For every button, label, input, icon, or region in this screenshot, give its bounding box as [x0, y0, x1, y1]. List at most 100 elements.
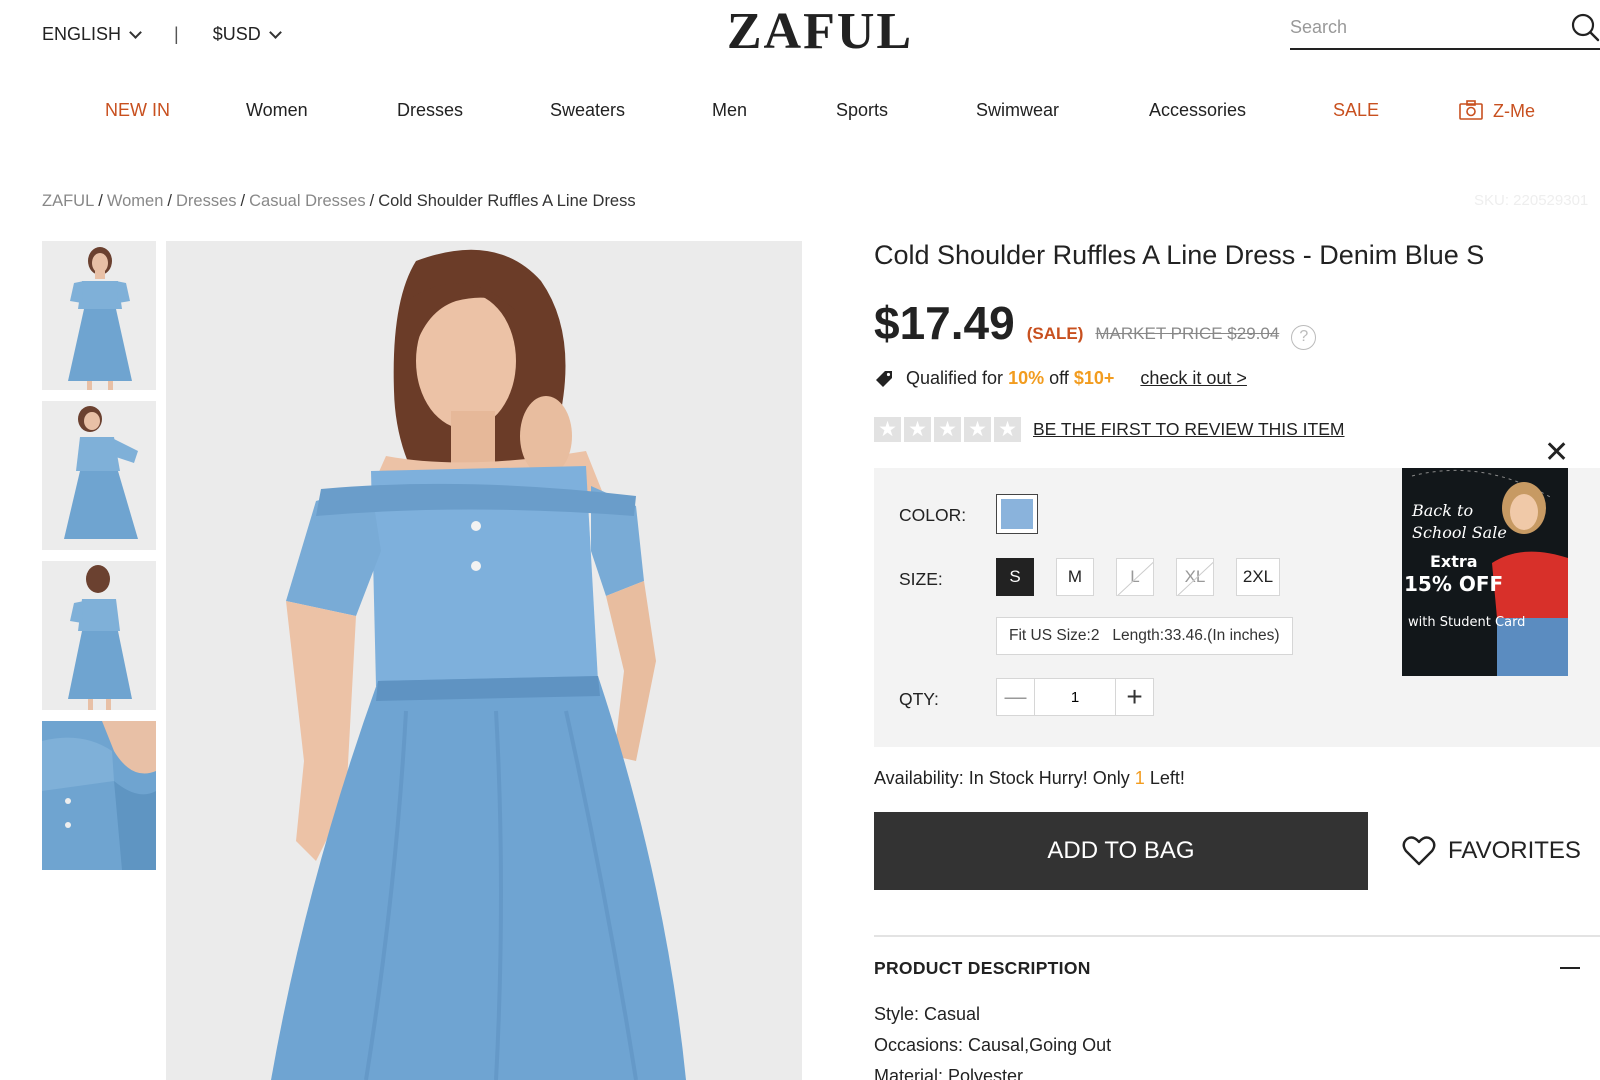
sku-label: SKU: 220529301 — [1474, 192, 1589, 209]
product-thumbnail[interactable] — [42, 721, 156, 870]
banner-line-4: 15% OFF — [1404, 572, 1503, 596]
swatch-fill — [1001, 499, 1033, 529]
nav-item-sports[interactable]: Sports — [836, 100, 888, 121]
write-review-link[interactable]: BE THE FIRST TO REVIEW THIS ITEM — [1033, 419, 1345, 440]
description-occasions: Occasions: Causal,Going Out — [874, 1035, 1112, 1055]
size-option-xl[interactable]: XL — [1176, 558, 1214, 596]
quantity-stepper: — + — [996, 678, 1154, 716]
sale-price: $17.49 — [874, 297, 1015, 349]
availability-count: 1 — [1134, 768, 1145, 788]
breadcrumb-link[interactable]: Dresses — [176, 192, 237, 210]
add-to-bag-button[interactable]: ADD TO BAG — [874, 812, 1368, 890]
unavailable-slash — [1177, 559, 1213, 595]
description-material: Material: Polyester — [874, 1066, 1024, 1080]
nav-item-dresses[interactable]: Dresses — [397, 100, 463, 121]
banner-line-3: Extra — [1430, 552, 1478, 571]
product-title: Cold Shoulder Ruffles A Line Dress - Den… — [874, 240, 1485, 270]
favorites-label: FAVORITES — [1448, 837, 1581, 864]
size-option-2xl[interactable]: 2XL — [1236, 558, 1280, 596]
availability: Availability: In Stock Hurry! Only 1 Lef… — [874, 768, 1185, 789]
check-it-out-link[interactable]: check it out > — [1140, 368, 1247, 389]
promo-prefix: Qualified for — [906, 368, 1004, 388]
help-icon[interactable]: ? — [1291, 324, 1317, 350]
quantity-input[interactable] — [1035, 679, 1115, 715]
fit-info: Fit US Size:2 Length:33.46.(In inches) — [996, 617, 1293, 655]
breadcrumb-separator: / — [167, 192, 173, 210]
star-icon — [874, 417, 901, 442]
search-input[interactable] — [1290, 10, 1540, 44]
product-thumbnail[interactable] — [42, 561, 156, 710]
dress-back-image — [68, 565, 132, 710]
breadcrumb-separator: / — [240, 192, 246, 210]
star-icon — [904, 417, 931, 442]
breadcrumb: ZAFUL / Women / Dresses / Casual Dresses / Cold … — [42, 192, 636, 211]
product-thumbnail[interactable] — [42, 401, 156, 550]
increment-button[interactable]: + — [1115, 679, 1153, 715]
main-product-image[interactable] — [166, 241, 802, 1080]
promo-line: Qualified for 10% off $10+ check it out … — [874, 368, 1247, 389]
nav-item-sweaters[interactable]: Sweaters — [550, 100, 625, 121]
thumbnail-list — [42, 241, 156, 881]
banner-artwork: Back to School Sale Extra 15% OFF with S… — [1402, 468, 1568, 676]
nav-item-z-me[interactable]: Z-Me — [1459, 100, 1535, 122]
sale-label: (SALE) — [1026, 324, 1084, 343]
availability-suffix: Left! — [1149, 768, 1185, 788]
model-illustration — [271, 249, 686, 1080]
breadcrumb-link[interactable]: Casual Dresses — [249, 192, 365, 210]
dress-detail-image — [42, 721, 156, 870]
collapse-icon[interactable] — [1560, 957, 1580, 977]
color-label: COLOR: — [899, 505, 967, 525]
breadcrumb-separator: / — [98, 192, 103, 210]
unavailable-slash — [1117, 559, 1153, 595]
nav-item-z-me-label: Z-Me — [1493, 101, 1535, 121]
nav-item-sale[interactable]: SALE — [1333, 100, 1379, 121]
tag-icon — [876, 370, 892, 387]
promo-middle: off — [1049, 368, 1069, 388]
search-icon[interactable] — [1570, 12, 1600, 42]
heart-icon — [1402, 836, 1436, 866]
star-icon — [964, 417, 991, 442]
breadcrumb-current: Cold Shoulder Ruffles A Line Dress — [378, 192, 636, 210]
promo-threshold: $10+ — [1073, 368, 1115, 388]
dress-front-image — [68, 247, 132, 390]
size-option-xl-label: XL — [1184, 567, 1206, 586]
banner-line-1: Back to — [1411, 501, 1473, 520]
logo-text: ZAFUL — [726, 3, 914, 60]
close-icon[interactable]: ✕ — [1544, 438, 1569, 468]
star-icon — [994, 417, 1021, 442]
product-description-heading[interactable]: PRODUCT DESCRIPTION — [874, 958, 1091, 979]
product-thumbnail[interactable] — [42, 241, 156, 390]
price-row: $17.49 (SALE) MARKET PRICE $29.04 ? — [874, 296, 1317, 350]
rating-row: BE THE FIRST TO REVIEW THIS ITEM — [874, 417, 1345, 442]
breadcrumb-link[interactable]: Women — [107, 192, 164, 210]
nav-item-women[interactable]: Women — [246, 100, 308, 121]
search-bar — [1290, 10, 1600, 50]
section-divider — [874, 935, 1600, 937]
promo-percent: 10% — [1008, 368, 1045, 388]
main-nav: NEW IN Women Dresses Sweaters Men Sports… — [0, 100, 1600, 130]
banner-line-5: with Student Card — [1408, 615, 1525, 630]
size-label: SIZE: — [899, 569, 943, 589]
size-option-m[interactable]: M — [1056, 558, 1094, 596]
color-swatch-denim-blue[interactable] — [996, 494, 1038, 534]
size-option-l[interactable]: L — [1116, 558, 1154, 596]
size-option-s[interactable]: S — [996, 558, 1034, 596]
camera-icon — [1459, 100, 1483, 120]
availability-prefix: Availability: In Stock Hurry! Only — [874, 768, 1130, 788]
breadcrumb-separator: / — [369, 192, 375, 210]
dress-side-image — [64, 406, 138, 539]
breadcrumb-link[interactable]: ZAFUL — [42, 192, 94, 210]
favorites-button[interactable]: FAVORITES — [1402, 836, 1581, 866]
qty-label: QTY: — [899, 689, 939, 709]
market-price: MARKET PRICE $29.04 — [1095, 324, 1280, 343]
nav-item-men[interactable]: Men — [712, 100, 747, 121]
description-style: Style: Casual — [874, 1004, 981, 1024]
decrement-button[interactable]: — — [997, 679, 1035, 715]
nav-item-swimwear[interactable]: Swimwear — [976, 100, 1059, 121]
nav-item-new-in[interactable]: NEW IN — [105, 100, 170, 121]
nav-item-accessories[interactable]: Accessories — [1149, 100, 1246, 121]
banner-line-2: School Sale — [1412, 523, 1507, 542]
star-icon — [934, 417, 961, 442]
star-rating — [874, 417, 1021, 442]
back-to-school-banner[interactable]: Back to School Sale Extra 15% OFF with S… — [1402, 468, 1568, 676]
